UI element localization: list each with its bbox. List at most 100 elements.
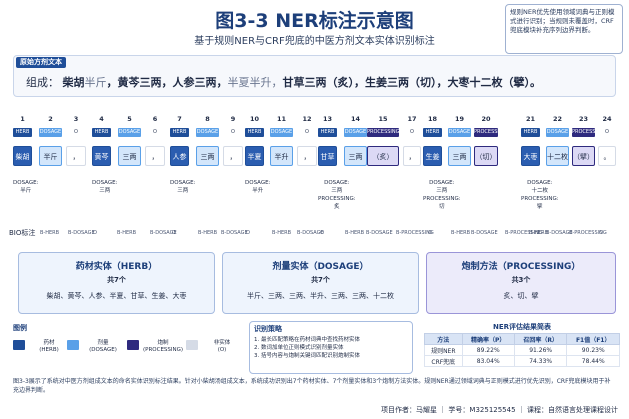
- token-index: 7: [177, 115, 182, 123]
- annotation-line: PROCESSING:: [423, 196, 461, 202]
- eval-header-cell: 方法: [424, 333, 463, 345]
- entity-card-items: 柴胡、黄芩、人参、半夏、甘草、生姜、大枣: [46, 292, 187, 300]
- example-prefix: 组成：: [26, 76, 59, 89]
- strategy-panel: 识别策略 1. 最长匹配策略在药材词典中查找药材实体 2. 数词加单位正则模式识…: [249, 321, 413, 374]
- eval-cell: 74.33%: [513, 355, 568, 367]
- entity-card-count: 共3个: [511, 276, 531, 284]
- entity-card-dosage: 剂量实体（DOSAGE） 共7个 半斤、三两、三两、半升、三两、三两、十二枚: [222, 252, 419, 314]
- token-label: PROCESSING: [474, 128, 498, 137]
- eval-title: NER评估结果简表: [492, 323, 552, 331]
- author-footer: 项目作者：马耀星 ｜ 学号：M325125545 ｜ 课程：自然语言处理课程设计: [380, 406, 618, 414]
- entity-card-processing: 炮制方法（PROCESSING） 共3个 炙、切、擘: [426, 252, 616, 314]
- token-label: O: [305, 129, 309, 135]
- annotation-line: 三两: [177, 188, 189, 194]
- figure-caption: 图3-3展示了系统对中医方剂组成文本的命名实体识别标注结果。针对小柴胡汤组成文本…: [13, 378, 611, 394]
- token-label: O: [605, 129, 609, 135]
- token-box: 半斤: [39, 146, 62, 166]
- token-label: DOSAGE: [344, 128, 367, 137]
- token-box: 十二枚: [546, 146, 569, 166]
- token-index: 24: [602, 115, 612, 123]
- legend-swatch: [13, 340, 25, 350]
- token-label: O: [153, 129, 157, 135]
- token-label: DOSAGE: [118, 128, 141, 137]
- legend-swatch: [186, 340, 198, 350]
- annotation-line: 十二枚: [531, 188, 549, 194]
- legend-name: 非实体: [213, 340, 231, 346]
- bio-tag: B-HERB: [40, 230, 60, 236]
- token-index: 12: [302, 115, 312, 123]
- entity-annotation: DOSAGE: 三两 PROCESSING: 炙: [318, 179, 356, 211]
- token-index: 1: [20, 115, 25, 123]
- legend-sub: (HERB): [39, 347, 59, 353]
- eval-header-cell: 精确率（P）: [461, 333, 515, 345]
- token-index: 3: [73, 115, 79, 123]
- token-box: 黄芩: [92, 146, 111, 166]
- entity-card-herb: 药材实体（HERB） 共7个 柴胡、黄芩、人参、半夏、甘草、生姜、大枣: [18, 252, 215, 314]
- token-box: 大枣: [521, 146, 540, 166]
- annotation-line: DOSAGE:: [429, 180, 455, 186]
- annotation-line: DOSAGE:: [13, 180, 39, 186]
- token-box: （擘）: [572, 146, 595, 166]
- token-index: 4: [99, 115, 104, 123]
- example-segment: 甘草三两（炙），生姜三两（切），大枣十二枚（擘）。: [282, 76, 542, 89]
- token-label: HERB: [423, 128, 442, 137]
- token-box: 。: [598, 146, 616, 166]
- eval-header-cell: 召回率（R）: [513, 333, 568, 345]
- legend-name: 剂量: [97, 340, 109, 346]
- token-index: 17: [407, 115, 417, 123]
- strategy-item: 3. 括号内容与炮制关键词匹配识别炮制实体: [254, 353, 360, 359]
- annotation-line: 三两: [99, 188, 111, 194]
- example-label: 原始方剂文本: [16, 57, 66, 68]
- bio-tag: B-HERB: [345, 230, 365, 236]
- annotation-line: 炙: [334, 204, 340, 210]
- token-label: O: [231, 129, 235, 135]
- bio-tag: B-HERB: [451, 230, 471, 236]
- legend-label: 药材 (HERB): [29, 340, 69, 354]
- annotation-line: DOSAGE:: [527, 180, 553, 186]
- token-index: 5: [127, 115, 132, 123]
- token-label: HERB: [13, 128, 32, 137]
- token-box: 甘草: [318, 146, 337, 166]
- entity-annotation: DOSAGE: 三两: [92, 179, 117, 195]
- token-box: ，: [403, 146, 421, 166]
- token-index: 14: [350, 115, 361, 123]
- entity-annotation: DOSAGE: 半斤: [13, 179, 38, 195]
- token-box: 人参: [170, 146, 189, 166]
- token-label: PROCESSING: [572, 128, 595, 137]
- token-label: HERB: [170, 128, 189, 137]
- bio-tag: O: [246, 230, 250, 236]
- legend-name: 药材: [43, 340, 55, 346]
- example-segment: 半斤: [84, 76, 107, 89]
- entity-card-items: 炙、切、擘: [503, 292, 539, 300]
- token-label: O: [74, 129, 78, 135]
- bio-label: BIO标注: [9, 229, 36, 237]
- eval-table: 方法 精确率（P） 召回率（R） F1值（F1） 规则NER 89.22% 91…: [424, 333, 620, 367]
- bio-tag: B-HERB: [272, 230, 292, 236]
- token-box: 生姜: [423, 146, 442, 166]
- token-index: 22: [552, 115, 563, 123]
- bio-tag: B-DOSAGE: [221, 230, 248, 236]
- eval-cell: CRF兜底: [424, 355, 463, 367]
- annotation-line: 切: [439, 204, 445, 210]
- entity-card-title: 炮制方法（PROCESSING）: [461, 262, 581, 272]
- bio-tag: B-DOSAGE: [68, 230, 95, 236]
- token-index: 6: [152, 115, 158, 123]
- token-box: ，: [223, 146, 243, 166]
- bio-tag: B-HERB: [198, 230, 218, 236]
- token-index: 2: [48, 115, 53, 123]
- legend-label: 非实体 (O): [202, 340, 242, 354]
- token-index: 19: [454, 115, 465, 123]
- example-text: 组成： 柴胡半斤，黄芩三两，人参三两，半夏半升，甘草三两（炙），生姜三两（切），…: [26, 74, 541, 90]
- token-box: ，: [297, 146, 317, 166]
- token-label: DOSAGE: [270, 128, 293, 137]
- legend-sub: (DOSAGE): [89, 347, 117, 353]
- token-label: O: [410, 129, 414, 135]
- eval-cell: 83.04%: [461, 355, 515, 367]
- token-box: 三两: [118, 146, 141, 166]
- legend-name: 炮制: [157, 340, 169, 346]
- entity-annotation: DOSAGE: 半升: [245, 179, 270, 195]
- legend-label: 剂量 (DOSAGE): [83, 340, 123, 354]
- token-box: 半升: [270, 146, 293, 166]
- strategy-title: 识别策略: [254, 325, 282, 333]
- annotation-line: DOSAGE:: [92, 180, 118, 186]
